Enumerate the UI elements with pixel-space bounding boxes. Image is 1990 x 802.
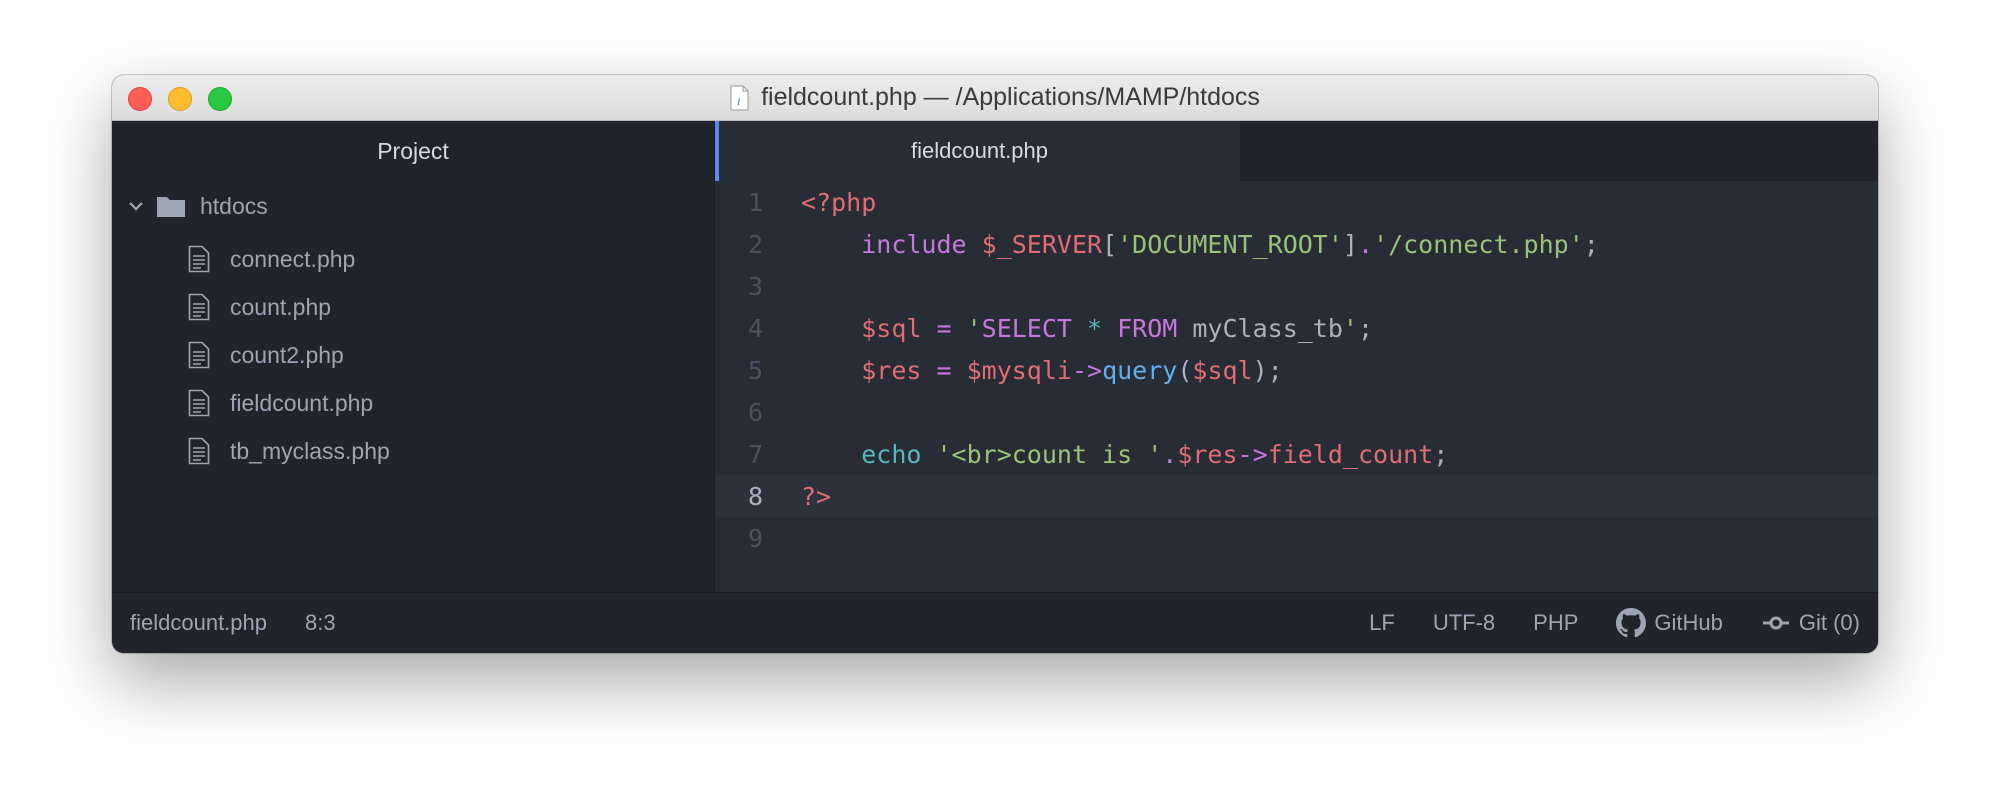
status-right: LF UTF-8 PHP GitHub Git (0) (1369, 593, 1860, 653)
file-text-icon (188, 437, 210, 465)
file-label: connect.php (230, 245, 356, 272)
code-text: echo '<br>count is '.$res->field_count; (861, 439, 1449, 469)
tree-folder-htdocs[interactable]: htdocs (126, 189, 268, 223)
tree-file-count2[interactable]: count2.php (188, 338, 344, 372)
project-panel-header[interactable]: Project (112, 121, 714, 181)
file-label: count2.php (230, 341, 344, 368)
file-text-icon (188, 245, 210, 273)
tree-file-fieldcount[interactable]: fieldcount.php (188, 386, 373, 420)
line-number: 9 (747, 523, 763, 553)
code-line[interactable]: 1 <?php (715, 181, 1878, 223)
window-title: fieldcount.php — /Applications/MAMP/htdo… (761, 83, 1260, 111)
line-number: 6 (747, 397, 763, 427)
code-line[interactable]: 5 $res = $mysqli->query($sql); (715, 349, 1878, 391)
status-encoding[interactable]: UTF-8 (1433, 610, 1495, 636)
code-editor[interactable]: 1 <?php 2 include $_SERVER['DOCUMENT_ROO… (715, 181, 1878, 593)
status-file-name[interactable]: fieldcount.php (130, 610, 267, 636)
status-github[interactable]: GitHub (1616, 608, 1723, 638)
file-label: fieldcount.php (230, 389, 374, 416)
line-number: 8 (747, 481, 763, 511)
git-commit-icon (1762, 616, 1789, 630)
code-text: ?> (801, 481, 832, 511)
code-line[interactable]: 2 include $_SERVER['DOCUMENT_ROOT'].'/co… (715, 223, 1878, 265)
file-label: count.php (230, 293, 332, 320)
code-line[interactable]: 9 (715, 517, 1878, 559)
editor-pane: fieldcount.php 1 <?php 2 include $_SERVE… (715, 121, 1878, 593)
file-text-icon (188, 293, 210, 321)
status-left: fieldcount.php 8:3 (130, 593, 336, 653)
php-file-icon: i (730, 85, 749, 110)
window-title-container: i fieldcount.php — /Applications/MAMP/ht… (112, 75, 1878, 120)
status-bar: fieldcount.php 8:3 LF UTF-8 PHP GitHub G… (112, 592, 1878, 653)
git-label: Git (0) (1798, 610, 1860, 635)
code-line[interactable]: 7 echo '<br>count is '.$res->field_count… (715, 433, 1878, 475)
tree-file-count[interactable]: count.php (188, 290, 331, 324)
folder-label: htdocs (200, 192, 268, 219)
status-line-ending[interactable]: LF (1369, 610, 1395, 636)
tab-fieldcount[interactable]: fieldcount.php (715, 121, 1240, 181)
status-grammar[interactable]: PHP (1533, 610, 1578, 636)
file-text-icon (188, 389, 210, 417)
editor-window: i fieldcount.php — /Applications/MAMP/ht… (112, 75, 1878, 653)
code-line[interactable]: 3 (715, 265, 1878, 307)
folder-icon (157, 197, 185, 217)
svg-text:i: i (737, 94, 740, 108)
line-number: 3 (747, 271, 763, 301)
line-number: 1 (747, 187, 763, 217)
tree-file-connect[interactable]: connect.php (188, 242, 355, 276)
tab-label: fieldcount.php (911, 138, 1048, 163)
code-line-current[interactable]: 8 ?> (715, 475, 1878, 517)
code-text: $sql = 'SELECT * FROM myClass_tb'; (861, 313, 1374, 343)
github-icon (1616, 608, 1647, 638)
file-text-icon (188, 341, 210, 369)
line-number: 4 (747, 313, 763, 343)
line-number: 2 (747, 229, 763, 259)
file-label: tb_myclass.php (230, 437, 390, 464)
status-cursor-position[interactable]: 8:3 (305, 610, 336, 636)
code-line[interactable]: 4 $sql = 'SELECT * FROM myClass_tb'; (715, 307, 1878, 349)
project-panel-title: Project (377, 137, 449, 164)
tab-bar: fieldcount.php (715, 121, 1878, 181)
github-label: GitHub (1654, 610, 1723, 635)
code-line[interactable]: 6 (715, 391, 1878, 433)
line-number: 7 (747, 439, 763, 469)
chevron-down-icon (129, 202, 143, 211)
status-git[interactable]: Git (0) (1761, 608, 1860, 638)
title-bar: i fieldcount.php — /Applications/MAMP/ht… (112, 75, 1878, 121)
code-text: $res = $mysqli->query($sql); (861, 355, 1283, 385)
project-sidebar: Project htdocs connect.php count.php cou… (112, 121, 715, 593)
code-text: <?php (801, 187, 877, 217)
line-number: 5 (747, 355, 763, 385)
code-text: include $_SERVER['DOCUMENT_ROOT'].'/conn… (861, 229, 1599, 259)
tree-file-tb-myclass[interactable]: tb_myclass.php (188, 434, 390, 468)
